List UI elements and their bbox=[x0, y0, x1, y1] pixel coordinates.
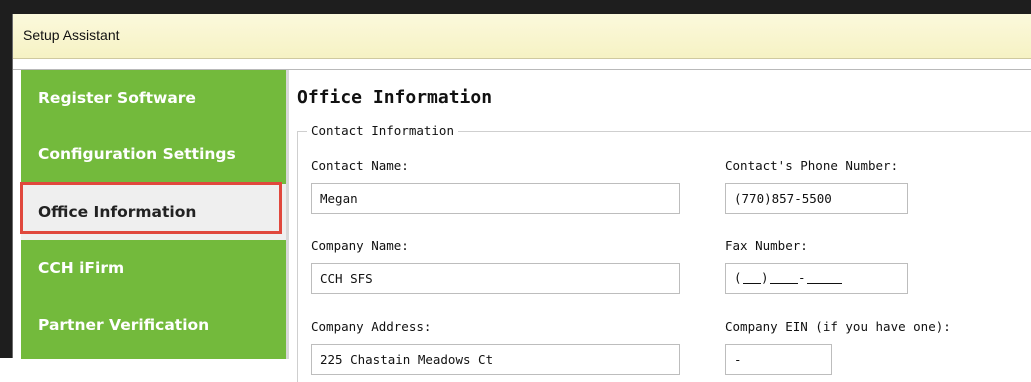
contact-phone-input[interactable] bbox=[725, 183, 908, 214]
fax-line-mask bbox=[807, 283, 842, 284]
contact-name-label: Contact Name: bbox=[311, 158, 409, 173]
fax-number-input[interactable]: ( ) - bbox=[725, 263, 908, 294]
fax-dash: - bbox=[798, 270, 806, 285]
sidebar-nav: Register Software Configuration Settings… bbox=[20, 70, 286, 359]
fax-area-code-mask bbox=[743, 283, 761, 284]
company-ein-input[interactable] bbox=[725, 344, 832, 375]
company-address-label: Company Address: bbox=[311, 319, 432, 334]
company-name-input[interactable] bbox=[311, 263, 680, 294]
sidebar-item-register-software[interactable]: Register Software bbox=[21, 70, 286, 126]
fax-open-paren: ( bbox=[734, 270, 742, 285]
fax-prefix-mask bbox=[770, 283, 798, 284]
title-bar: Setup Assistant bbox=[13, 14, 1031, 59]
fax-close-paren: ) bbox=[761, 270, 769, 285]
sidebar-item-label: Register Software bbox=[38, 89, 196, 107]
sidebar-item-label: CCH iFirm bbox=[38, 259, 125, 277]
section-legend: Contact Information bbox=[307, 123, 458, 138]
main-panel: Office Information Contact Information C… bbox=[289, 70, 1031, 382]
company-ein-label: Company EIN (if you have one): bbox=[725, 319, 951, 334]
window-title: Setup Assistant bbox=[23, 27, 120, 43]
company-name-label: Company Name: bbox=[311, 238, 409, 253]
setup-assistant-window: Setup Assistant Register Software Config… bbox=[12, 14, 1031, 382]
window-content: Register Software Configuration Settings… bbox=[13, 69, 1031, 382]
contact-name-input[interactable] bbox=[311, 183, 680, 214]
selection-highlight bbox=[20, 182, 282, 234]
sidebar-item-label: Configuration Settings bbox=[38, 145, 236, 163]
sidebar-item-label: Partner Verification bbox=[38, 316, 210, 334]
page-title: Office Information bbox=[297, 87, 493, 108]
sidebar-item-configuration-settings[interactable]: Configuration Settings bbox=[21, 126, 286, 182]
screen-frame: Setup Assistant Register Software Config… bbox=[0, 0, 1031, 382]
contact-phone-label: Contact's Phone Number: bbox=[725, 158, 899, 173]
sidebar-item-cch-ifirm[interactable]: CCH iFirm bbox=[21, 240, 286, 296]
company-address-input[interactable] bbox=[311, 344, 680, 375]
sidebar-item-partner-verification[interactable]: Partner Verification bbox=[21, 297, 286, 353]
sidebar-item-office-information[interactable]: Office Information bbox=[20, 182, 286, 240]
fax-number-label: Fax Number: bbox=[725, 238, 808, 253]
